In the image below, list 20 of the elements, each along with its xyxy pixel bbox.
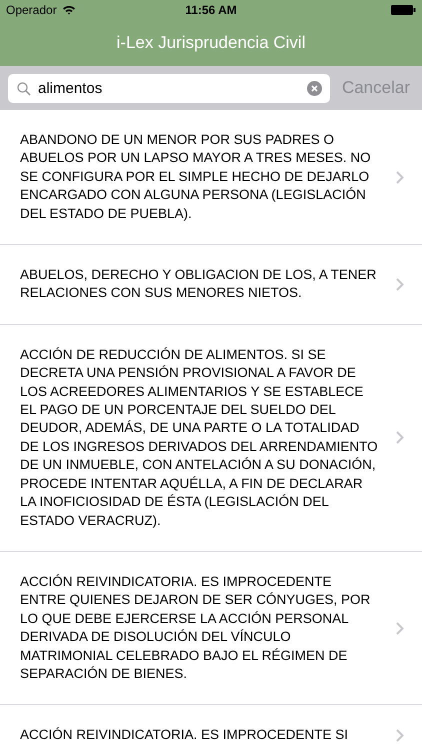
battery-icon: [391, 5, 416, 15]
status-time: 11:56 AM: [185, 3, 237, 17]
result-text: ACCIÓN REIVINDICATORIA. ES IMPROCEDENTE SI: [20, 726, 350, 744]
result-text: ABANDONO DE UN MENOR POR SUS PADRES O ABUELOS POR UN LAPSO MAYOR A TRES MESES. NO SE CONFIGURA POR EL SIMPLE HECHO DE DEJARLO ENCARGADO CON ALGUNA PERSONA (LEGISLACIÓN DEL ESTADO DE PUEBLA).: [20, 131, 372, 223]
result-text: ACCIÓN REIVINDICATORIA. ES IMPROCEDENTE ENTRE QUIENES DEJARON DE SER CÓNYUGES, POR LO QUE DEBE EJERCERSE LA ACCIÓN PERSONAL DERIVADA DE DISOLUCIÓN DEL VÍNCULO MATRIMONIAL CELEBRADO BAJO EL RÉGIMEN DE SEPARACIÓN DE BIENES.: [20, 572, 372, 683]
search-field[interactable]: alimentos: [8, 74, 330, 102]
chevron-icon: [396, 622, 404, 635]
chevron-icon: [396, 431, 404, 444]
result-text: ABUELOS, DERECHO Y OBLIGACION DE LOS, A TENER RELACIONES CON SUS MENORES NIETOS.: [20, 266, 378, 302]
wifi-icon: [62, 5, 76, 15]
result-row[interactable]: ABUELOS, DERECHO Y OBLIGACION DE LOS, A TENER RELACIONES CON SUS MENORES NIETOS.: [0, 245, 422, 325]
chevron-icon: [396, 729, 404, 742]
chevron-icon: [396, 278, 404, 291]
result-row[interactable]: ABANDONO DE UN MENOR POR SUS PADRES O ABUELOS POR UN LAPSO MAYOR A TRES MESES. NO SE CONFIGURA POR EL SIMPLE HECHO DE DEJARLO ENCARGADO CON ALGUNA PERSONA (LEGISLACIÓN DEL ESTADO DE PUEBLA).: [0, 110, 422, 246]
clear-icon[interactable]: [306, 80, 322, 96]
chevron-icon: [396, 170, 404, 184]
result-row[interactable]: ACCIÓN REIVINDICATORIA. ES IMPROCEDENTE SI: [0, 705, 422, 750]
carrier-name: Operador: [6, 3, 57, 17]
result-text: ACCIÓN DE REDUCCIÓN DE ALIMENTOS. SI SE DECRETA UNA PENSIÓN PROVISIONAL A FAVOR DE LOS ACREEDORES ALIMENTARIOS Y SE ESTABLECE EL PAGO DE UN PORCENTAJE DEL SUELDO DEL DEUDOR, ADEMÁS, DE UNA PARTE O LA TOTALIDAD DE LOS INGRESOS DERIVADOS DEL ARRENDAMIENTO DE UN INMUEBLE, CON ANTELACIÓN A SU DONACIÓN, PROCEDE INTENTAR AQUÉLLA, A FIN DE DECLARAR LA INOFICIOSIDAD DE ÉSTA (LEGISLACIÓN DEL ESTADO VERACRUZ).: [20, 346, 378, 530]
nav-title: i-Lex Jurisprudencia Civil: [116, 33, 306, 53]
